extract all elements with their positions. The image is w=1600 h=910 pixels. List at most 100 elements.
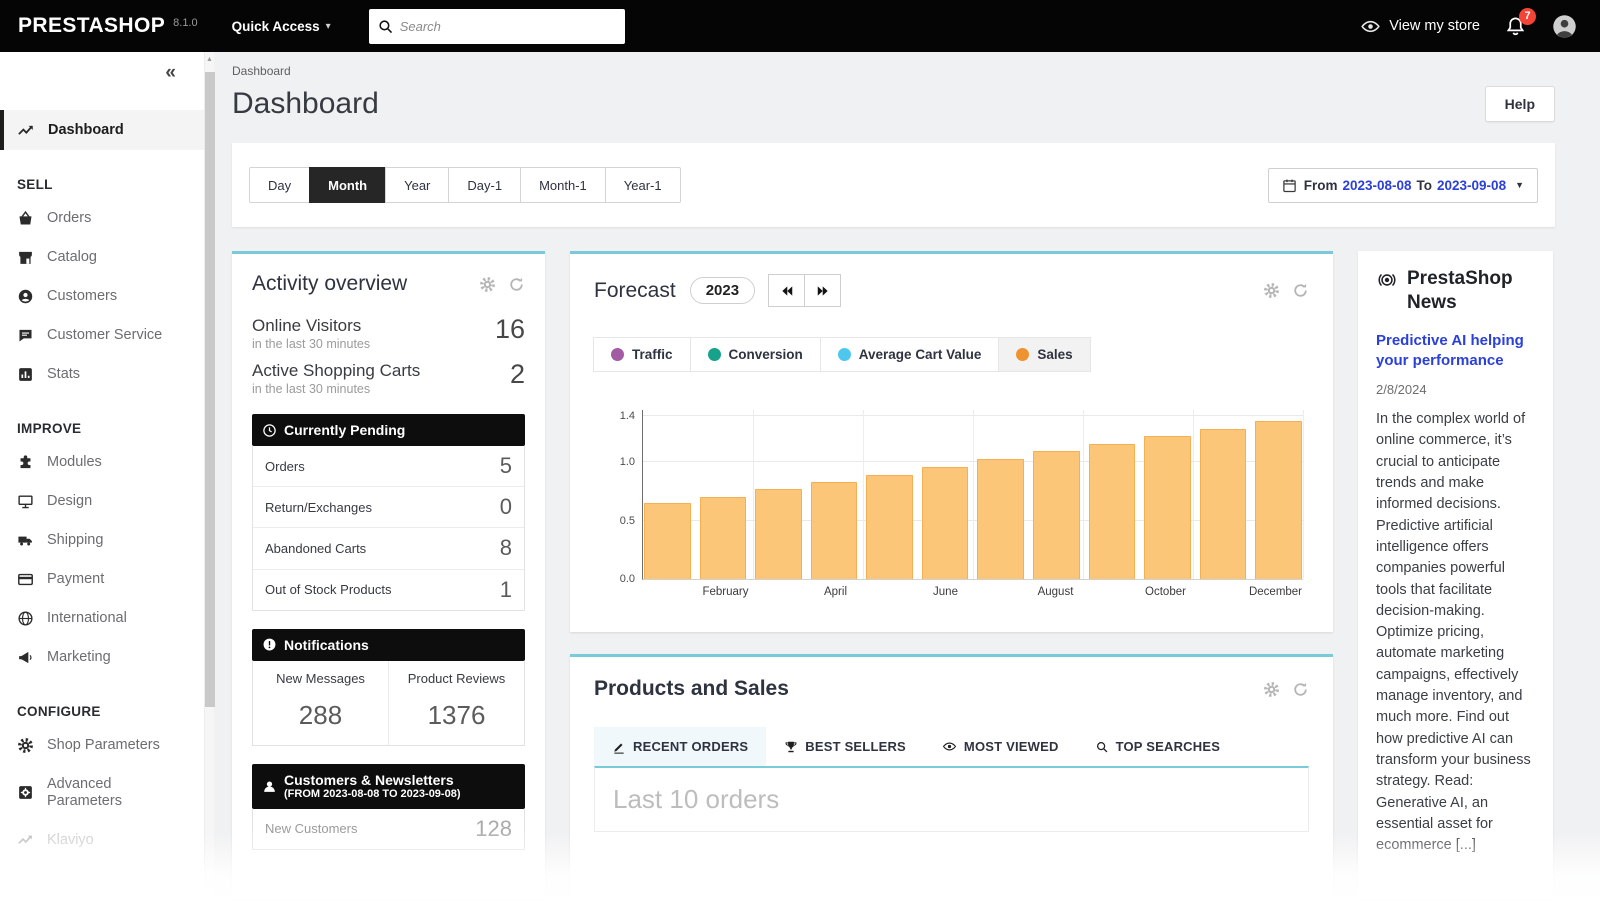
sidebar-item-label: Customer Service (47, 327, 162, 344)
quick-access-label: Quick Access (232, 19, 320, 34)
notifications-bell[interactable]: 7 (1504, 15, 1527, 38)
eye-icon (1360, 16, 1381, 37)
conversion-dot (708, 348, 721, 361)
sidebar-item-orders[interactable]: Orders (0, 199, 204, 238)
forecast-bar[interactable] (1089, 444, 1136, 579)
x-tick-label: December (1249, 586, 1302, 598)
sidebar-item-international[interactable]: International (0, 599, 204, 638)
forecast-bar[interactable] (811, 482, 858, 579)
forecast-plot: 0.00.51.01.4FebruaryAprilJuneAugustOctob… (642, 410, 1303, 580)
date-from-value: 2023-08-08 (1342, 178, 1411, 193)
forecast-bar[interactable] (755, 489, 802, 579)
range-button-month-1[interactable]: Month-1 (520, 167, 606, 203)
forecast-bar[interactable] (644, 503, 691, 579)
sidebar-item-advanced-parameters[interactable]: Advanced Parameters (0, 765, 178, 820)
search-input[interactable] (400, 19, 617, 34)
forecast-bar[interactable] (977, 459, 1024, 579)
view-my-store-label: View my store (1389, 18, 1480, 34)
refresh-icon[interactable] (1292, 681, 1309, 698)
news-article-link[interactable]: Predictive AI helping your performance (1376, 331, 1535, 372)
range-button-day[interactable]: Day (249, 167, 310, 203)
sidebar-item-dashboard[interactable]: Dashboard (0, 110, 204, 150)
date-from-label: From (1304, 178, 1338, 193)
sidebar-item-klaviyo[interactable]: Klaviyo (0, 820, 204, 859)
truck-icon (17, 532, 34, 549)
prestashop-logo[interactable]: PRESTASHOP (18, 14, 165, 38)
legend-item-sales[interactable]: Sales (998, 337, 1090, 372)
megaphone-icon (17, 649, 34, 666)
legend-item-traffic[interactable]: Traffic (593, 337, 691, 372)
forecast-bar[interactable] (700, 497, 747, 579)
help-button[interactable]: Help (1485, 86, 1555, 122)
products-sales-tabs: RECENT ORDERS BEST SELLERS MOST VIEWED T… (594, 727, 1309, 766)
recent-orders-body: Last 10 orders (594, 766, 1309, 832)
gear-icon (17, 737, 34, 754)
range-button-month[interactable]: Month (309, 167, 386, 203)
forecast-bar[interactable] (1144, 436, 1191, 579)
sidebar-item-customer-service[interactable]: Customer Service (0, 316, 204, 355)
view-my-store-link[interactable]: View my store (1360, 16, 1480, 37)
user-avatar[interactable] (1551, 13, 1578, 40)
sidebar-item-shipping[interactable]: Shipping (0, 521, 204, 560)
products-sales-title: Products and Sales (594, 677, 789, 701)
previous-year-button[interactable] (768, 274, 805, 307)
gear-icon[interactable] (1263, 282, 1280, 299)
page-title: Dashboard (232, 87, 379, 121)
gear-icon[interactable] (479, 276, 496, 293)
notification-badge: 7 (1519, 8, 1536, 25)
sidebar-item-shop-parameters[interactable]: Shop Parameters (0, 726, 204, 765)
forecast-bar[interactable] (1255, 421, 1302, 580)
sidebar-collapse-button[interactable]: « (0, 52, 204, 86)
legend-item-average-cart-value[interactable]: Average Cart Value (820, 337, 1000, 372)
forecast-bar[interactable] (1200, 429, 1247, 579)
pending-row-returns[interactable]: Return/Exchanges 0 (253, 486, 524, 527)
next-year-button[interactable] (804, 274, 841, 307)
product-reviews-cell[interactable]: Product Reviews 1376 (388, 661, 524, 745)
range-button-year[interactable]: Year (385, 167, 449, 203)
metric-sub: in the last 30 minutes (252, 382, 420, 396)
scrollbar-thumb[interactable] (205, 72, 215, 707)
tab-top-searches[interactable]: TOP SEARCHES (1077, 727, 1239, 766)
new-customers-row[interactable]: New Customers 128 (253, 809, 524, 849)
bar-chart-icon (17, 366, 34, 383)
pending-row-out-of-stock[interactable]: Out of Stock Products 1 (253, 569, 524, 610)
range-button-day-1[interactable]: Day-1 (448, 167, 521, 203)
credit-card-icon (17, 571, 34, 588)
activity-overview-panel: Activity overview Online Visitors in the… (232, 251, 545, 899)
sidebar-item-payment[interactable]: Payment (0, 560, 204, 599)
trophy-icon (784, 740, 798, 754)
trending-up-icon (17, 831, 34, 848)
breadcrumb: Dashboard (232, 64, 1555, 78)
refresh-icon[interactable] (508, 276, 525, 293)
tab-recent-orders[interactable]: RECENT ORDERS (594, 727, 766, 766)
forecast-bar[interactable] (1033, 451, 1080, 579)
forecast-bar[interactable] (866, 475, 913, 579)
y-tick-label: 1.4 (597, 410, 635, 422)
quick-access-menu[interactable]: Quick Access ▾ (232, 19, 331, 34)
refresh-icon[interactable] (1292, 282, 1309, 299)
sidebar-item-modules[interactable]: Modules (0, 443, 204, 482)
sidebar-item-design[interactable]: Design (0, 482, 204, 521)
sidebar-item-marketing[interactable]: Marketing (0, 638, 204, 677)
chevron-down-icon: ▾ (326, 21, 331, 32)
pending-row-orders[interactable]: Orders 5 (253, 446, 524, 486)
gear-icon[interactable] (1263, 681, 1280, 698)
date-range-picker[interactable]: From 2023-08-08 To 2023-09-08 ▼ (1268, 168, 1538, 203)
calendar-icon (1282, 178, 1297, 193)
range-button-year-1[interactable]: Year-1 (605, 167, 681, 203)
tab-best-sellers[interactable]: BEST SELLERS (766, 727, 924, 766)
legend-item-conversion[interactable]: Conversion (690, 337, 821, 372)
sidebar-item-customers[interactable]: Customers (0, 277, 204, 316)
scrollbar-up-arrow[interactable]: ▲ (205, 52, 214, 63)
tab-most-viewed[interactable]: MOST VIEWED (924, 727, 1077, 766)
metric-value: 2 (510, 361, 525, 388)
pending-row-abandoned-carts[interactable]: Abandoned Carts 8 (253, 527, 524, 568)
sidebar-item-catalog[interactable]: Catalog (0, 238, 204, 277)
sidebar-item-stats[interactable]: Stats (0, 355, 204, 394)
sidebar-item-label: Shipping (47, 532, 103, 549)
global-search[interactable] (369, 9, 625, 44)
sidebar-item-label: International (47, 610, 127, 627)
forecast-bar[interactable] (922, 467, 969, 579)
sidebar-scrollbar[interactable]: ▲ (204, 52, 214, 910)
new-messages-cell[interactable]: New Messages 288 (253, 661, 388, 745)
